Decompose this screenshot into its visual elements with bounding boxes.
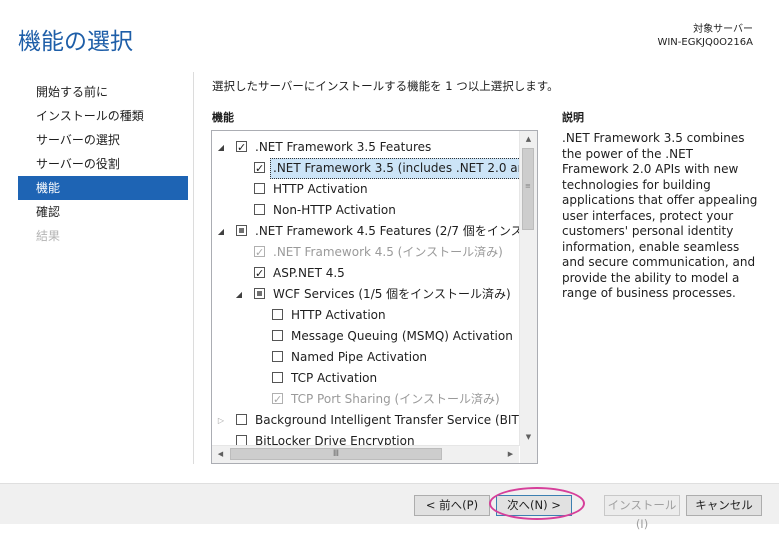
prev-button[interactable]: < 前へ(P) [414, 495, 490, 516]
collapse-arrow-icon[interactable]: ◢ [216, 221, 226, 242]
scroll-up-icon[interactable]: ▲ [520, 131, 537, 148]
wizard-footer: < 前へ(P) 次へ(N) > インストール(I) キャンセル [0, 483, 779, 531]
tree-item-label: BitLocker Drive Encryption [255, 434, 415, 446]
target-server-name: WIN-EGKJQ0O216A [657, 37, 753, 48]
tree-item[interactable]: Non-HTTP Activation [212, 200, 519, 221]
feature-checkbox[interactable] [272, 351, 283, 362]
features-heading: 機能 [212, 111, 234, 124]
tree-item-label: HTTP Activation [291, 308, 386, 322]
tree-item-label: Non-HTTP Activation [273, 203, 396, 217]
tree-item[interactable]: Named Pipe Activation [212, 347, 519, 368]
tree-item[interactable]: ◢ .NET Framework 3.5 Features [212, 137, 519, 158]
tree-item-label: WCF Services (1/5 個をインストール済み) [273, 287, 511, 301]
tree-item-label: .NET Framework 3.5 Features [255, 140, 432, 154]
expand-arrow-icon[interactable]: ▷ [216, 410, 226, 431]
nav-item[interactable]: サーバーの選択 [18, 128, 188, 152]
feature-checkbox[interactable] [272, 309, 283, 320]
tree-item-label: HTTP Activation [273, 182, 368, 196]
feature-checkbox[interactable] [272, 330, 283, 341]
target-server: 対象サーバー WIN-EGKJQ0O216A [657, 23, 753, 49]
feature-checkbox[interactable] [254, 288, 265, 299]
wizard-nav: 開始する前に インストールの種類 サーバーの選択 サーバーの役割 機能 確認結果 [18, 80, 188, 248]
horizontal-scrollbar[interactable]: ◀ Ⅲ ▶ [212, 445, 519, 463]
feature-checkbox [272, 389, 283, 410]
tree-item-label: Message Queuing (MSMQ) Activation [291, 329, 513, 343]
page-title: 機能の選択 [18, 29, 133, 55]
scroll-corner [520, 446, 537, 463]
scroll-left-icon[interactable]: ◀ [212, 446, 229, 463]
tree-item-label: TCP Activation [291, 371, 378, 385]
description-text: .NET Framework 3.5 combines the power of… [562, 131, 758, 300]
tree-item-label: ASP.NET 4.5 [273, 266, 345, 280]
nav-item[interactable]: 開始する前に [18, 80, 188, 104]
tree-item[interactable]: .NET Framework 3.5 (includes .NET 2.0 an… [212, 158, 519, 179]
vertical-scrollbar[interactable]: ▲ ≡ ▼ [519, 131, 537, 446]
grip-icon: ≡ [525, 182, 531, 190]
scroll-right-icon[interactable]: ▶ [502, 446, 519, 463]
next-button-highlight [489, 487, 585, 520]
feature-checkbox[interactable] [254, 204, 265, 215]
nav-item[interactable]: 確認 [18, 200, 188, 224]
feature-checkbox[interactable] [254, 263, 265, 284]
nav-item[interactable]: サーバーの役割 [18, 152, 188, 176]
tree-item-label: .NET Framework 4.5 (インストール済み) [273, 245, 503, 259]
tree-item-label: .NET Framework 3.5 (includes .NET 2.0 an… [270, 158, 519, 179]
vertical-scroll-thumb[interactable]: ≡ [522, 148, 534, 230]
tree-item[interactable]: TCP Port Sharing (インストール済み) [212, 389, 519, 410]
tree-item[interactable]: .NET Framework 4.5 (インストール済み) [212, 242, 519, 263]
description-heading: 説明 [562, 111, 584, 124]
tree-item[interactable]: ▷ Background Intelligent Transfer Service… [212, 410, 519, 431]
nav-divider [193, 72, 194, 464]
tree-item[interactable]: Message Queuing (MSMQ) Activation [212, 326, 519, 347]
tree-item[interactable]: ◢ .NET Framework 4.5 Features (2/7 個をインスト… [212, 221, 519, 242]
tree-item[interactable]: ASP.NET 4.5 [212, 263, 519, 284]
tree-item[interactable]: HTTP Activation [212, 305, 519, 326]
nav-item[interactable]: インストールの種類 [18, 104, 188, 128]
target-server-label: 対象サーバー [693, 24, 753, 35]
tree-item[interactable]: ◢ WCF Services (1/5 個をインストール済み) [212, 284, 519, 305]
tree-item-label: .NET Framework 4.5 Features (2/7 個をインストー… [255, 224, 519, 238]
features-tree[interactable]: ◢ .NET Framework 3.5 Features .NET Framewo… [211, 130, 538, 464]
nav-item[interactable]: 機能 [18, 176, 188, 200]
horizontal-scroll-thumb[interactable]: Ⅲ [230, 448, 442, 460]
tree-item-label: Background Intelligent Transfer Service … [255, 413, 519, 427]
scroll-down-icon[interactable]: ▼ [520, 429, 537, 446]
tree-item[interactable]: HTTP Activation [212, 179, 519, 200]
install-button[interactable]: インストール(I) [604, 495, 680, 531]
tree-item-label: Named Pipe Activation [291, 350, 428, 364]
instruction-text: 選択したサーバーにインストールする機能を 1 つ以上選択します。 [212, 79, 559, 93]
nav-item: 結果 [36, 229, 61, 243]
feature-checkbox[interactable] [236, 414, 247, 425]
feature-checkbox[interactable] [254, 158, 265, 179]
collapse-arrow-icon[interactable]: ◢ [234, 284, 244, 305]
feature-checkbox[interactable] [254, 183, 265, 194]
feature-checkbox [254, 242, 265, 263]
tree-item[interactable]: TCP Activation [212, 368, 519, 389]
tree-item-label: TCP Port Sharing (インストール済み) [291, 392, 500, 406]
feature-checkbox[interactable] [272, 372, 283, 383]
feature-checkbox[interactable] [236, 225, 247, 236]
cancel-button[interactable]: キャンセル [686, 495, 762, 516]
collapse-arrow-icon[interactable]: ◢ [216, 137, 226, 158]
features-tree-rows: ◢ .NET Framework 3.5 Features .NET Framewo… [212, 131, 519, 446]
tree-item[interactable]: BitLocker Drive Encryption [212, 431, 519, 446]
feature-checkbox[interactable] [236, 137, 247, 158]
